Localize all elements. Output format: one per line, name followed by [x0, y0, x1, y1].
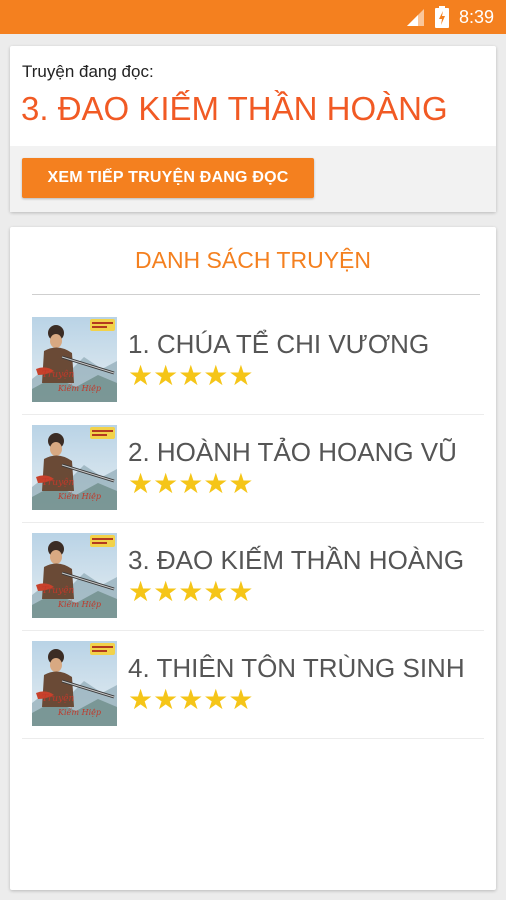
story-list-item[interactable]: Truyện Kiếm Hiệp 2. HOÀNH TẢO HOANG VŨ ★… — [22, 415, 484, 523]
story-list-item[interactable]: Truyện Kiếm Hiệp 4. THIÊN TÔN TRÙNG SINH… — [22, 631, 484, 739]
story-cover-image: Truyện Kiếm Hiệp — [32, 641, 117, 726]
status-bar: 8:39 — [0, 0, 506, 34]
battery-icon — [434, 6, 449, 28]
star-rating: ★★★★★ — [128, 683, 254, 716]
story-list: Truyện Kiếm Hiệp 1. CHÚA TỂ CHI VƯƠNG ★★… — [22, 307, 484, 739]
story-title: 1. CHÚA TỂ CHI VƯƠNG — [128, 329, 430, 359]
current-reading-footer: XEM TIẾP TRUYỆN ĐANG ĐỌC — [10, 146, 496, 212]
current-reading-card: Truyện đang đọc: 3. ĐAO KIẾM THẦN HOÀNG … — [10, 46, 496, 212]
current-reading-label: Truyện đang đọc: — [22, 62, 154, 81]
svg-text:Kiếm Hiệp: Kiếm Hiệp — [57, 708, 101, 717]
story-list-heading: DANH SÁCH TRUYỆN — [135, 247, 371, 273]
svg-text:Kiếm Hiệp: Kiếm Hiệp — [57, 384, 101, 393]
signal-icon — [406, 9, 424, 26]
star-rating: ★★★★★ — [128, 575, 254, 608]
continue-reading-button[interactable]: XEM TIẾP TRUYỆN ĐANG ĐỌC — [22, 158, 314, 198]
current-reading-title[interactable]: 3. ĐAO KIẾM THẦN HOÀNG — [21, 90, 448, 128]
star-rating: ★★★★★ — [128, 359, 254, 392]
story-title: 3. ĐAO KIẾM THẦN HOÀNG — [128, 545, 465, 575]
star-rating: ★★★★★ — [128, 467, 254, 500]
svg-text:Truyện: Truyện — [42, 369, 75, 380]
svg-text:Kiếm Hiệp: Kiếm Hiệp — [57, 600, 101, 609]
svg-text:Truyện: Truyện — [42, 585, 75, 596]
story-title: 4. THIÊN TÔN TRÙNG SINH — [128, 653, 465, 683]
story-list-item[interactable]: Truyện Kiếm Hiệp 1. CHÚA TỂ CHI VƯƠNG ★★… — [22, 307, 484, 415]
svg-text:Kiếm Hiệp: Kiếm Hiệp — [57, 492, 101, 501]
svg-text:Truyện: Truyện — [42, 693, 75, 704]
story-cover-image: Truyện Kiếm Hiệp — [32, 425, 117, 510]
story-title: 2. HOÀNH TẢO HOANG VŨ — [128, 437, 457, 467]
story-cover-image: Truyện Kiếm Hiệp — [32, 533, 117, 618]
story-list-card: DANH SÁCH TRUYỆN Truyện Kiếm Hiệp 1. CHÚ… — [10, 227, 496, 890]
story-cover-image: Truyện Kiếm Hiệp — [32, 317, 117, 402]
story-list-item[interactable]: Truyện Kiếm Hiệp 3. ĐAO KIẾM THẦN HOÀNG … — [22, 523, 484, 631]
clock: 8:39 — [458, 6, 494, 27]
divider — [32, 294, 480, 295]
svg-text:Truyện: Truyện — [42, 477, 75, 488]
